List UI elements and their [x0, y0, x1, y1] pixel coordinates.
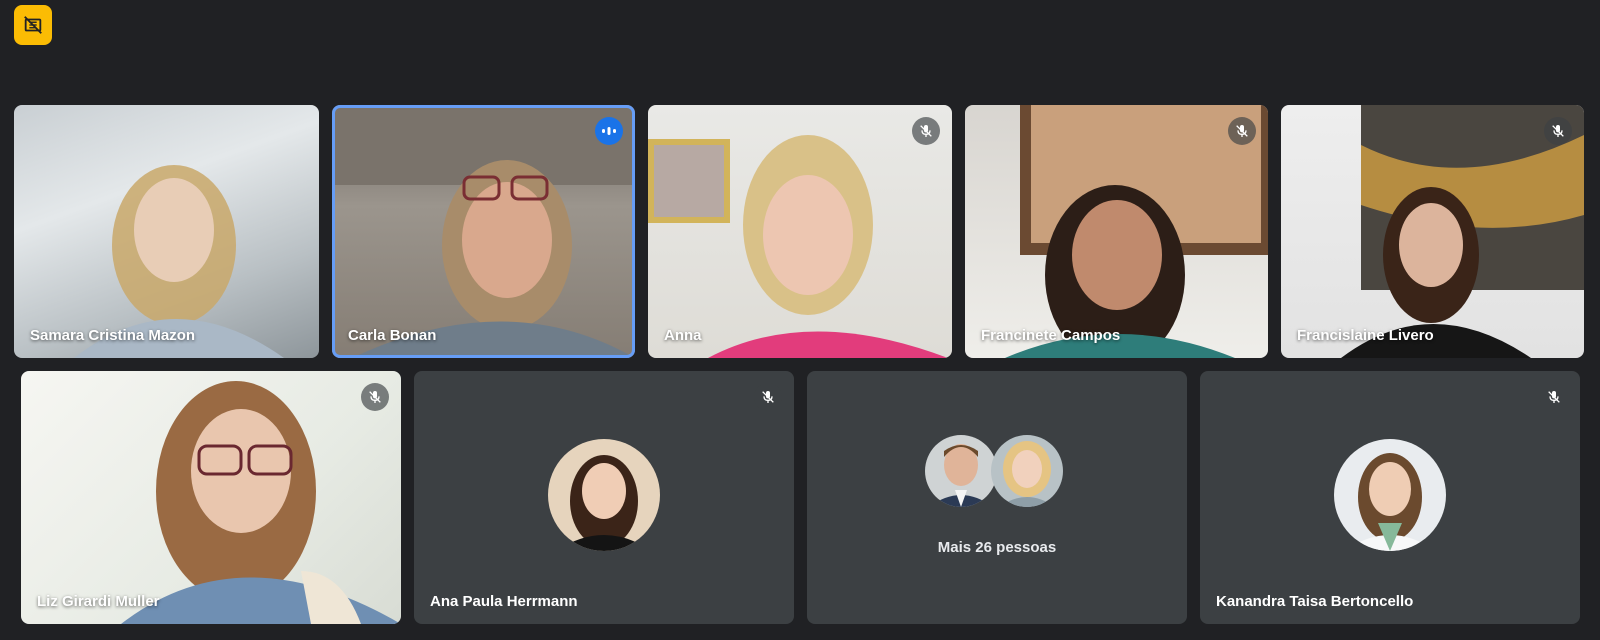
- participant-tile-active-speaker[interactable]: Carla Bonan: [332, 105, 635, 358]
- participant-name: Francislaine Livero: [1297, 327, 1434, 344]
- participant-name: Anna: [664, 327, 702, 344]
- participant-video: [14, 105, 319, 358]
- participant-name: Ana Paula Herrmann: [430, 593, 578, 610]
- mic-muted-icon: [912, 117, 940, 145]
- participant-name: Samara Cristina Mazon: [30, 327, 196, 344]
- participant-tile[interactable]: Ana Paula Herrmann: [414, 371, 794, 624]
- meeting-grid: Samara Cristina Mazon Carla Bonan Anna F…: [0, 0, 1600, 640]
- participant-video: [1281, 105, 1584, 358]
- participant-avatar: [991, 435, 1063, 507]
- mic-muted-icon: [1544, 117, 1572, 145]
- participant-avatar: [925, 435, 997, 507]
- participant-name: Francinete Campos: [981, 327, 1121, 344]
- participant-video: [648, 105, 952, 358]
- participant-tile[interactable]: Samara Cristina Mazon: [14, 105, 319, 358]
- participant-name: Carla Bonan: [348, 327, 437, 344]
- participant-tile[interactable]: Liz Girardi Muller: [21, 371, 401, 624]
- participant-video: [21, 371, 401, 624]
- participant-name: Liz Girardi Muller: [37, 593, 160, 610]
- participant-video: [965, 105, 1268, 358]
- participant-video: [332, 105, 635, 358]
- participant-name: Kanandra Taisa Bertoncello: [1216, 593, 1414, 610]
- participant-avatar: [1334, 439, 1446, 551]
- recording-badge[interactable]: [14, 5, 52, 45]
- mic-muted-icon: [1228, 117, 1256, 145]
- recording-off-icon: [24, 16, 42, 34]
- speaking-indicator-icon: [595, 117, 623, 145]
- participant-avatar: [548, 439, 660, 551]
- more-people-label: Mais 26 pessoas: [937, 539, 1057, 556]
- participant-tile[interactable]: Francislaine Livero: [1281, 105, 1584, 358]
- participant-tile[interactable]: Francinete Campos: [965, 105, 1268, 358]
- mic-muted-icon: [361, 383, 389, 411]
- more-people-tile[interactable]: Mais 26 pessoas: [807, 371, 1187, 624]
- participant-tile[interactable]: Kanandra Taisa Bertoncello: [1200, 371, 1580, 624]
- participant-tile[interactable]: Anna: [648, 105, 952, 358]
- mic-muted-icon: [754, 383, 782, 411]
- mic-muted-icon: [1540, 383, 1568, 411]
